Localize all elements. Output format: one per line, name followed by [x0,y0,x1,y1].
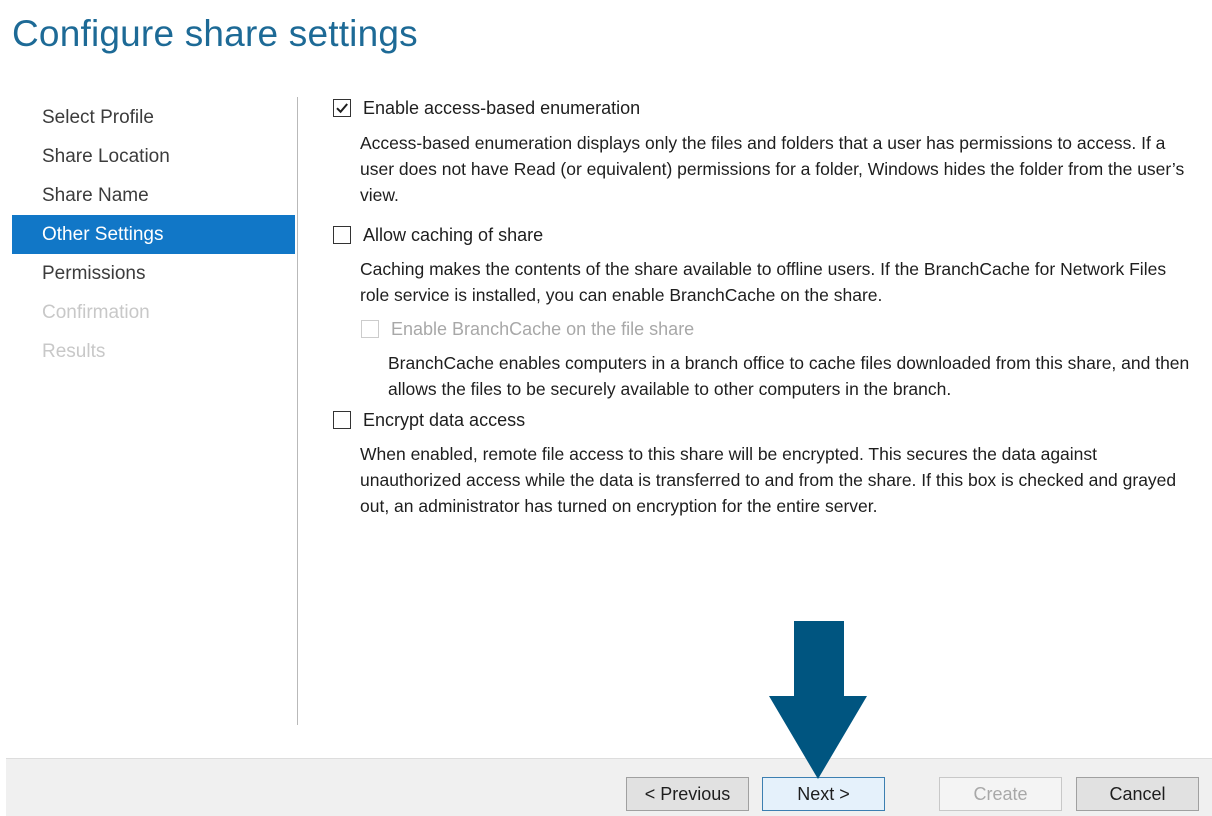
nav-item-confirmation: Confirmation [42,302,150,323]
abe-description: Access-based enumeration displays only t… [360,133,1185,205]
settings-panel: Enable access-based enumeration Access-b… [333,96,1203,519]
nav-item-other-settings[interactable]: Other Settings [12,215,295,254]
branchcache-option: Enable BranchCache on the file share [361,317,1203,341]
nav-item-permissions[interactable]: Permissions [12,254,295,293]
branchcache-checkbox [361,320,379,338]
encrypt-description: When enabled, remote file access to this… [360,444,1177,516]
encrypt-checkbox[interactable] [333,411,351,429]
wizard-footer: < Previous Next > Create Cancel [6,758,1212,816]
encrypt-label[interactable]: Encrypt data access [363,410,525,431]
nav-item-share-name[interactable]: Share Name [12,176,295,215]
caching-description: Caching makes the contents of the share … [360,259,1167,305]
branchcache-description: BranchCache enables computers in a branc… [388,353,1190,399]
abe-option: Enable access-based enumeration [333,96,1203,120]
cancel-button[interactable]: Cancel [1076,777,1199,811]
caching-label[interactable]: Allow caching of share [363,225,543,246]
abe-checkbox[interactable] [333,99,351,117]
caching-option: Allow caching of share [333,223,1203,247]
page-title: Configure share settings [12,13,418,54]
nav-item-results: Results [42,341,106,362]
previous-button[interactable]: < Previous [626,777,749,811]
nav-divider [297,97,298,725]
create-button: Create [939,777,1062,811]
encrypt-option: Encrypt data access [333,408,1203,432]
wizard-nav: Select Profile Share Location Share Name… [12,98,295,371]
nav-item-share-location[interactable]: Share Location [12,137,295,176]
check-icon [336,103,348,114]
branchcache-label: Enable BranchCache on the file share [391,318,695,339]
wizard-window: Configure share settings Select Profile … [0,0,1212,816]
nav-item-select-profile[interactable]: Select Profile [12,98,295,137]
caching-checkbox[interactable] [333,226,351,244]
down-arrow-icon [769,621,867,779]
next-button[interactable]: Next > [762,777,885,811]
branchcache-group: Enable BranchCache on the file share Bra… [361,317,1203,402]
abe-label[interactable]: Enable access-based enumeration [363,98,640,119]
